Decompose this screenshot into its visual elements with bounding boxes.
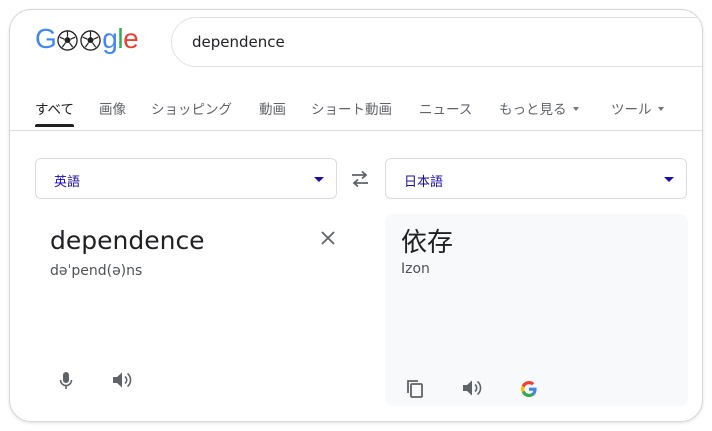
search-input[interactable]: dependence: [192, 33, 285, 51]
swap-icon[interactable]: [350, 170, 370, 188]
search-box[interactable]: dependence: [171, 17, 702, 67]
source-language-label: 英語: [54, 175, 81, 190]
target-language-select[interactable]: 日本語: [385, 158, 687, 199]
search-tabs: すべて 画像 ショッピング 動画 ショート動画 ニュース もっと見る ツール: [10, 90, 702, 131]
tab-more[interactable]: もっと見る: [499, 98, 579, 118]
google-logo[interactable]: G g l e: [35, 23, 139, 54]
dropdown-arrow-icon: [664, 177, 674, 182]
tab-more-label: もっと見る: [499, 102, 567, 118]
tab-short-videos[interactable]: ショート動画: [311, 98, 392, 118]
target-romanization: Izon: [401, 261, 430, 277]
microphone-icon[interactable]: [58, 370, 74, 392]
tab-tools-label: ツール: [611, 102, 652, 118]
google-g-icon[interactable]: [519, 379, 539, 399]
tab-shopping[interactable]: ショッピング: [151, 98, 232, 118]
tab-images[interactable]: 画像: [99, 98, 126, 118]
soccer-ball-icon: [57, 30, 78, 51]
source-text[interactable]: dependence: [50, 226, 205, 255]
tab-all[interactable]: すべて: [35, 98, 75, 127]
tab-tools[interactable]: ツール: [611, 98, 664, 118]
translation-result-panel: 依存 Izon: [385, 214, 688, 406]
speaker-icon[interactable]: [111, 370, 133, 390]
dropdown-arrow-icon: [572, 107, 579, 111]
tab-news[interactable]: ニュース: [419, 98, 472, 118]
logo-letter-g: G: [35, 23, 57, 54]
soccer-ball-icon: [80, 30, 101, 51]
target-text: 依存: [401, 228, 454, 258]
source-language-select[interactable]: 英語: [35, 158, 337, 199]
tab-videos[interactable]: 動画: [259, 98, 286, 118]
source-phonetic: dəˈpend(ə)ns: [50, 263, 143, 279]
logo-letter-g2: g: [102, 23, 118, 54]
dropdown-arrow-icon: [314, 177, 324, 182]
logo-letter-e: e: [123, 23, 139, 54]
browser-frame: G g l e dependence すべて 画像 ショッピング 動画 ショート…: [9, 9, 703, 422]
target-language-label: 日本語: [404, 175, 444, 190]
dropdown-arrow-icon: [657, 107, 664, 111]
close-icon[interactable]: [319, 229, 337, 247]
speaker-icon[interactable]: [461, 378, 483, 398]
copy-icon[interactable]: [405, 378, 425, 400]
